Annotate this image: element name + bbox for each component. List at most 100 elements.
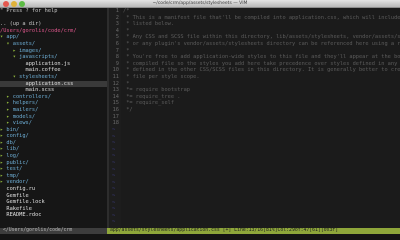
tree-directory[interactable]: ▸ controllers/ (0, 94, 107, 101)
tree-directory[interactable]: ▸ public/ (0, 160, 107, 167)
line-number: 9 (115, 60, 119, 67)
tree-file[interactable]: Gemfile (0, 193, 107, 200)
code-line[interactable]: * file per style scope. (123, 74, 400, 81)
tree-item-label: README.rdoc (6, 212, 42, 219)
code-line[interactable]: * or any plugin's vendor/assets/styleshe… (123, 41, 400, 48)
tree-directory[interactable]: ▸ db/ (0, 140, 107, 147)
tree-directory[interactable]: ▸ config/ (0, 133, 107, 140)
tree-item-label: controllers/ (12, 93, 52, 100)
code-line[interactable]: * Any CSS and SCSS file within this dire… (123, 34, 400, 41)
tree-item-label: lib/ (6, 146, 20, 153)
tree-comment: " Press ? for help (0, 8, 107, 15)
editor-buffer[interactable]: 1 2 3 4 5 6 7 8 9 10 11 12 13 14 15 16 17 18 /* * This is… (109, 8, 400, 228)
line-number: 16 (112, 106, 119, 113)
tree-directory[interactable]: ▸ lib/ (0, 146, 107, 153)
empty-line-tilde: ~ (112, 127, 116, 133)
tree-item-label: .. (up a dir) (0, 21, 42, 28)
tree-item-label: config.ru (6, 186, 36, 193)
empty-line-tilde: ~ (112, 140, 116, 147)
tree-item-label: application.js (25, 60, 71, 67)
tree-directory[interactable]: ▸ models/ (0, 114, 107, 121)
code-line[interactable]: /* (123, 8, 400, 15)
code-line[interactable]: * You're free to add application-wide st… (123, 54, 400, 61)
tree-item-label: public/ (6, 159, 29, 166)
code-line[interactable]: * defined in the other CSS/SCSS files in… (123, 67, 400, 74)
tree-file[interactable]: main.coffee (0, 67, 107, 74)
tree-item-label: assets/ (12, 40, 36, 47)
tree-item-label: bin/ (6, 126, 20, 133)
code-line[interactable]: */ (123, 107, 400, 114)
line-number: 13 (112, 87, 119, 94)
tree-item-label: images/ (19, 47, 42, 54)
tree-file[interactable]: application.js (0, 61, 107, 68)
tree-item-label: main.coffee (25, 67, 61, 74)
line-number: 14 (112, 93, 119, 100)
code-line[interactable]: * (123, 28, 400, 35)
line-number: 2 (115, 14, 119, 21)
tree-item-label: helpers/ (12, 100, 39, 107)
empty-line-tilde: ~ (112, 166, 116, 173)
empty-line-markers: ~ ~ ~ ~ ~ ~ ~ ~ ~ ~ ~ ~ ~ ~ ~ (109, 127, 115, 226)
tree-file[interactable]: Rakefile (0, 206, 107, 213)
tree-item-label: main.scss (25, 87, 55, 94)
tree-item-label: /Users/gorolis/code/crm/ (0, 27, 77, 34)
code-text[interactable]: /* * This is a manifest file that'll be … (123, 8, 400, 127)
line-number: 3 (115, 21, 119, 28)
line-number: 15 (112, 100, 119, 107)
tree-file[interactable]: README.rdoc (0, 212, 107, 219)
command-line[interactable] (0, 234, 400, 240)
code-line[interactable] (123, 114, 400, 121)
editor-area: " Press ? for help .. (up a dir)/Users/go… (0, 8, 400, 228)
code-line[interactable] (123, 120, 400, 127)
tree-item-label: views/ (12, 120, 32, 127)
tree-directory[interactable]: ▸ log/ (0, 153, 107, 160)
empty-line-tilde: ~ (112, 159, 116, 166)
line-number: 5 (115, 34, 119, 41)
vim-window: ~/code/crm/app/assets/stylesheets — VIM … (0, 0, 400, 240)
tree-root-path[interactable]: /Users/gorolis/code/crm/ (0, 28, 107, 35)
empty-line-tilde: ~ (112, 173, 116, 180)
tree-directory[interactable]: ▸ mailers/ (0, 107, 107, 114)
tree-file[interactable]: config.ru (0, 186, 107, 193)
tree-directory[interactable]: ▸ bin/ (0, 127, 107, 134)
empty-line-tilde: ~ (112, 212, 116, 219)
line-number: 4 (115, 27, 119, 34)
tree-item-label: " Press ? for help (0, 8, 58, 14)
tree-item-label: db/ (6, 139, 16, 146)
code-line[interactable]: *= require_tree . (123, 94, 400, 101)
tree-file[interactable]: main.scss (0, 87, 107, 94)
empty-line-tilde: ~ (112, 179, 116, 186)
code-line[interactable]: * listed below. (123, 21, 400, 28)
line-number: 17 (112, 113, 119, 120)
tree-directory[interactable]: ▸ views/ (0, 120, 107, 127)
code-line[interactable]: * This is a manifest file that'll be com… (123, 15, 400, 22)
tree-directory[interactable]: ▾ assets/ (0, 41, 107, 48)
tree-item-label: config/ (6, 133, 29, 140)
tree-directory[interactable]: ▸ vendor/ (0, 179, 107, 186)
code-line[interactable]: * compiled file so the styles you add he… (123, 61, 400, 68)
line-number: 18 (112, 120, 119, 127)
code-line[interactable]: * (123, 81, 400, 88)
tree-directory[interactable]: ▸ test/ (0, 166, 107, 173)
tree-item-label: tmp/ (6, 172, 20, 179)
tree-directory[interactable]: ▸ images/ (0, 48, 107, 55)
code-line[interactable]: *= require_self (123, 100, 400, 107)
tree-file[interactable]: application.css (0, 80, 107, 88)
tree-file[interactable]: Gemfile.lock (0, 199, 107, 206)
empty-line-tilde: ~ (112, 146, 116, 153)
tree-directory[interactable]: ▾ javascripts/ (0, 54, 107, 61)
code-line[interactable]: * (123, 48, 400, 55)
tree-directory[interactable]: ▸ tmp/ (0, 173, 107, 180)
tree-item-label: stylesheets/ (19, 73, 58, 80)
title-bar: ~/code/crm/app/assets/stylesheets — VIM (0, 0, 400, 8)
window-title: ~/code/crm/app/assets/stylesheets — VIM (152, 1, 248, 6)
tree-directory[interactable]: ▾ app/ (0, 34, 107, 41)
tree-comment[interactable]: .. (up a dir) (0, 21, 107, 28)
tree-directory[interactable]: ▸ helpers/ (0, 100, 107, 107)
empty-line-tilde: ~ (112, 199, 116, 206)
code-line[interactable]: *= require bootstrap (123, 87, 400, 94)
empty-line-tilde: ~ (112, 219, 116, 226)
tree-directory[interactable]: ▾ stylesheets/ (0, 74, 107, 81)
tree-item-label: log/ (6, 153, 20, 160)
empty-line-tilde: ~ (112, 153, 116, 160)
